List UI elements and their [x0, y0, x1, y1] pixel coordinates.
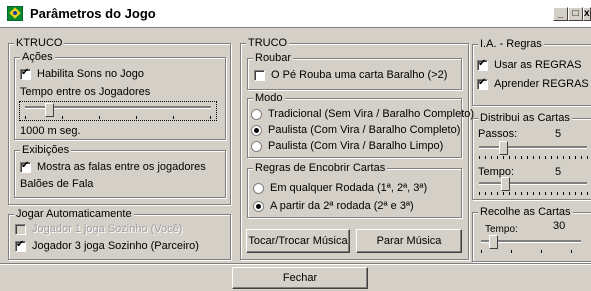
encobrir-option-label: A partir da 2ª rodada (2ª e 3ª) — [270, 200, 414, 212]
jogador3-label: Jogador 3 joga Sozinho (Parceiro) — [32, 240, 199, 252]
modo-group: Modo Tradicional (Sem Vira / Baralho Com… — [247, 92, 474, 158]
slider-thumb[interactable] — [501, 177, 510, 191]
encobrir-option-segunda[interactable]: A partir da 2ª rodada (2ª e 3ª) — [253, 200, 414, 212]
ktruco-legend: KTRUCO — [14, 37, 65, 49]
tempo-jogadores-value: 1000 m seg. — [20, 125, 81, 137]
acoes-group: Ações Habilita Sons no Jogo Tempo entre … — [14, 51, 226, 140]
encobrir-group: Regras de Encobrir Cartas Em qualquer Ro… — [247, 162, 462, 218]
modo-option-paulista-completo[interactable]: Paulista (Com Vira / Baralho Completo) — [251, 124, 460, 136]
pe-rouba-label: O Pé Rouba uma carta Baralho (>2) — [271, 69, 448, 81]
tempo-jogadores-label: Tempo entre os Jogadores — [20, 86, 151, 98]
passos-value: 5 — [555, 128, 562, 140]
checkbox-icon[interactable] — [15, 239, 26, 252]
ia-regras-legend: I.A. - Regras — [478, 38, 544, 50]
slider-thumb[interactable] — [489, 235, 498, 249]
aprender-regras-checkbox[interactable]: Aprender REGRAS — [477, 77, 589, 90]
window-title: Parâmetros do Jogo — [30, 6, 156, 21]
mostrar-falas-checkbox[interactable]: Mostra as falas entre os jogadores — [20, 160, 206, 173]
tocar-musica-button[interactable]: Tocar/Trocar Música — [246, 229, 350, 253]
encobrir-option-qualquer[interactable]: Em qualquer Rodada (1ª, 2ª, 3ª) — [253, 182, 427, 194]
parar-musica-button[interactable]: Parar Música — [356, 229, 462, 253]
exibicoes-group: Exibições Mostra as falas entre os jogad… — [14, 144, 226, 198]
modo-option-tradicional[interactable]: Tradicional (Sem Vira / Baralho Completo… — [251, 108, 474, 120]
jogar-auto-group: Jogar Automaticamente Jogador 1 joga Soz… — [8, 208, 231, 260]
passos-label: Passos: — [478, 128, 518, 140]
modo-legend: Modo — [253, 92, 285, 104]
slider-thumb[interactable] — [45, 103, 54, 117]
recolhe-tempo-label: Tempo: — [485, 224, 518, 235]
modo-option-label: Paulista (Com Vira / Baralho Completo) — [268, 124, 461, 136]
recolhe-tempo-value: 30 — [553, 220, 566, 232]
usar-regras-label: Usar as REGRAS — [494, 59, 582, 71]
jogador1-checkbox[interactable]: Jogador 1 joga Sozinho (Você) — [15, 223, 182, 235]
acoes-legend: Ações — [20, 51, 55, 63]
usar-regras-checkbox[interactable]: Usar as REGRAS — [477, 58, 582, 71]
title-bar[interactable]: Parâmetros do Jogo _ □ x — [0, 0, 591, 28]
maximize-button[interactable]: □ — [568, 7, 583, 21]
distribui-tempo-slider[interactable] — [479, 177, 589, 197]
roubar-group: Roubar O Pé Rouba uma carta Baralho (>2) — [247, 52, 462, 90]
modo-option-paulista-limpo[interactable]: Paulista (Com Vira / Baralho Limpo) — [251, 140, 443, 152]
baloes-label: Balões de Fala — [20, 178, 94, 190]
distribui-group: Distribui as Cartas Passos: 5 Tempo: 5 — [472, 112, 591, 200]
distribui-legend: Distribui as Cartas — [478, 112, 572, 124]
radio-icon[interactable] — [251, 140, 262, 152]
truco-legend: TRUCO — [246, 37, 290, 49]
truco-group: TRUCO Roubar O Pé Rouba uma carta Baralh… — [240, 37, 474, 260]
checkbox-icon[interactable] — [15, 223, 26, 235]
recolhe-group: Recolhe as Cartas Tempo: 30 — [472, 206, 591, 262]
checkbox-icon[interactable] — [477, 77, 488, 90]
checkbox-icon[interactable] — [20, 67, 31, 80]
recolhe-tempo-slider[interactable] — [481, 235, 589, 255]
parametros-dialog: Parâmetros do Jogo _ □ x KTRUCO Ações Ha… — [0, 0, 591, 291]
jogar-auto-legend: Jogar Automaticamente — [14, 208, 134, 220]
jogador1-label: Jogador 1 joga Sozinho (Você) — [32, 223, 183, 235]
roubar-legend: Roubar — [253, 52, 294, 64]
mostrar-falas-label: Mostra as falas entre os jogadores — [37, 161, 206, 173]
encobrir-option-label: Em qualquer Rodada (1ª, 2ª, 3ª) — [270, 182, 428, 194]
recolhe-legend: Recolhe as Cartas — [478, 206, 573, 218]
radio-icon[interactable] — [251, 108, 262, 120]
habilitar-sons-checkbox[interactable]: Habilita Sons no Jogo — [20, 67, 145, 80]
jogador3-checkbox[interactable]: Jogador 3 joga Sozinho (Parceiro) — [15, 239, 199, 252]
encobrir-legend: Regras de Encobrir Cartas — [253, 162, 388, 174]
ktruco-group: KTRUCO Ações Habilita Sons no Jogo Tempo… — [8, 37, 231, 205]
pe-rouba-checkbox[interactable]: O Pé Rouba uma carta Baralho (>2) — [254, 69, 447, 81]
close-button[interactable]: x — [583, 7, 591, 21]
footer-divider-highlight — [0, 264, 591, 265]
checkbox-icon[interactable] — [254, 69, 265, 81]
fechar-button[interactable]: Fechar — [232, 267, 368, 289]
minimize-button[interactable]: _ — [553, 7, 568, 21]
radio-icon[interactable] — [251, 124, 262, 136]
modo-option-label: Tradicional (Sem Vira / Baralho Completo… — [268, 108, 475, 120]
checkbox-icon[interactable] — [477, 58, 488, 71]
radio-icon[interactable] — [253, 200, 264, 212]
modo-option-label: Paulista (Com Vira / Baralho Limpo) — [268, 140, 444, 152]
checkbox-icon[interactable] — [20, 160, 31, 173]
slider-thumb[interactable] — [499, 141, 508, 155]
passos-slider[interactable] — [479, 141, 589, 161]
brazil-flag-icon — [7, 6, 23, 21]
ia-regras-group: I.A. - Regras Usar as REGRAS Aprender RE… — [472, 38, 591, 106]
radio-icon[interactable] — [253, 182, 264, 194]
tempo-jogadores-slider[interactable] — [19, 101, 217, 123]
exibicoes-legend: Exibições — [20, 144, 72, 156]
aprender-regras-label: Aprender REGRAS — [494, 78, 589, 90]
habilitar-sons-label: Habilita Sons no Jogo — [37, 68, 145, 80]
